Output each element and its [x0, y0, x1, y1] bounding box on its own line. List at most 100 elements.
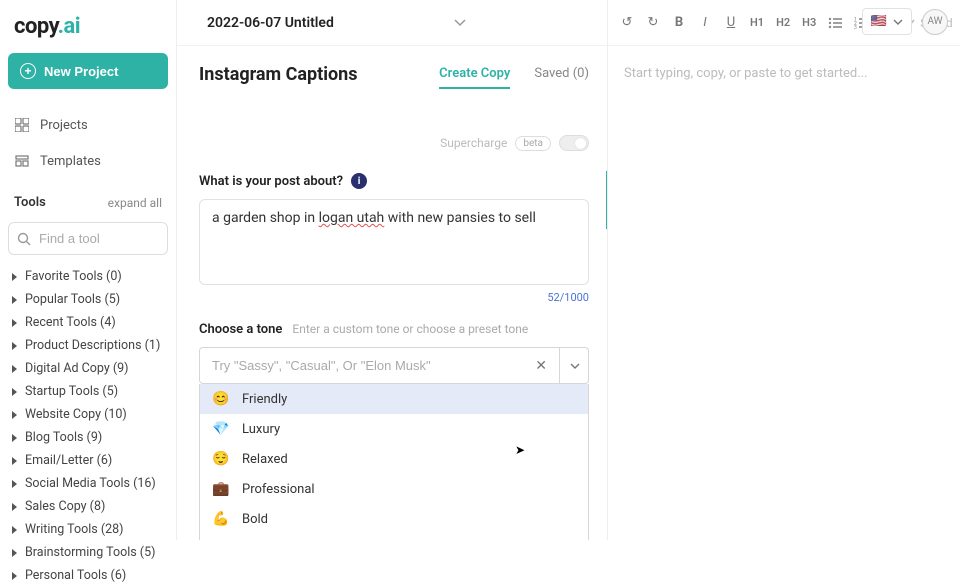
- avatar[interactable]: AW: [922, 9, 948, 35]
- tool-group-label: Product Descriptions (1): [25, 338, 160, 353]
- bold-button[interactable]: B: [672, 15, 686, 30]
- tool-group[interactable]: Email/Letter (6): [8, 449, 168, 472]
- tool-group-label: Personal Tools (6): [25, 568, 126, 583]
- tool-group[interactable]: Favorite Tools (0): [8, 265, 168, 288]
- tone-option[interactable]: 💼 Professional: [200, 474, 588, 504]
- beta-badge: beta: [515, 136, 551, 151]
- tool-search[interactable]: [8, 222, 168, 255]
- supercharge-row: Supercharge beta: [199, 95, 589, 173]
- redo-icon[interactable]: ↻: [646, 15, 660, 30]
- tool-search-input[interactable]: [8, 222, 168, 255]
- tool-group[interactable]: Product Descriptions (1): [8, 334, 168, 357]
- underline-button[interactable]: U: [724, 15, 738, 30]
- h2-button[interactable]: H2: [776, 16, 790, 29]
- new-project-label: New Project: [44, 64, 118, 79]
- tool-group[interactable]: Writing Tools (28): [8, 518, 168, 541]
- tone-option-label: Bold: [242, 512, 268, 527]
- tool-group-label: Favorite Tools (0): [25, 269, 122, 284]
- tab-saved[interactable]: Saved (0): [534, 60, 589, 89]
- tone-emoji-icon: 💪: [212, 511, 230, 527]
- page-title: Instagram Captions: [199, 64, 358, 85]
- tab-create-copy[interactable]: Create Copy: [439, 60, 510, 89]
- tone-option-label: Friendly: [242, 392, 287, 407]
- chevron-right-icon: [12, 319, 17, 327]
- tool-group[interactable]: Digital Ad Copy (9): [8, 357, 168, 380]
- tool-group[interactable]: Blog Tools (9): [8, 426, 168, 449]
- clear-icon[interactable]: ✕: [531, 354, 551, 378]
- tool-group[interactable]: Popular Tools (5): [8, 288, 168, 311]
- nav-templates[interactable]: Templates: [8, 145, 168, 177]
- sidebar: copy.ai + New Project Projects Templates…: [0, 0, 177, 540]
- tool-group[interactable]: Social Media Tools (16): [8, 472, 168, 495]
- tabs: Create Copy Saved (0): [439, 60, 589, 89]
- supercharge-toggle[interactable]: [559, 135, 589, 151]
- chevron-down-icon[interactable]: [559, 347, 589, 384]
- post-about-label: What is your post about? i: [199, 173, 589, 189]
- main: 2022-06-07 Untitled Instagram Captions C…: [177, 0, 608, 540]
- tone-option[interactable]: 💎Luxury: [200, 414, 588, 444]
- tool-group-label: Website Copy (10): [25, 407, 127, 422]
- templates-icon: [14, 153, 30, 169]
- tool-group-label: Recent Tools (4): [25, 315, 116, 330]
- tools-header: Tools expand all: [8, 185, 168, 218]
- chevron-right-icon: [12, 342, 17, 350]
- undo-icon[interactable]: ↺: [620, 15, 634, 30]
- project-title[interactable]: 2022-06-07 Untitled: [207, 15, 334, 31]
- chevron-right-icon: [12, 549, 17, 557]
- tone-emoji-icon: 😌: [212, 451, 230, 467]
- flag-icon: 🇺🇸: [871, 14, 887, 29]
- chevron-right-icon: [12, 572, 17, 580]
- tool-group[interactable]: Startup Tools (5): [8, 380, 168, 403]
- bullet-list-icon[interactable]: [828, 17, 842, 29]
- tool-group[interactable]: Website Copy (10): [8, 403, 168, 426]
- project-dropdown-icon[interactable]: [454, 19, 466, 27]
- tone-option-label: Professional: [242, 482, 315, 497]
- tone-emoji-icon: 💼: [212, 481, 230, 497]
- chevron-right-icon: [12, 434, 17, 442]
- form-column: Instagram Captions Create Copy Saved (0)…: [177, 46, 607, 540]
- grid-icon: [14, 117, 30, 133]
- close-panel-tab[interactable]: Close: [606, 171, 607, 229]
- tone-option[interactable]: 😌 Relaxed: [200, 444, 588, 474]
- editor-column: ↺ ↻ B I U H1 H2 H3 123 ••• Saved: [608, 0, 960, 540]
- chevron-right-icon: [12, 457, 17, 465]
- tool-group-label: Popular Tools (5): [25, 292, 120, 307]
- italic-button[interactable]: I: [698, 15, 712, 30]
- chevron-right-icon: [12, 411, 17, 419]
- chevron-right-icon: [12, 365, 17, 373]
- chevron-right-icon: [12, 480, 17, 488]
- tone-emoji-icon: 😊: [212, 391, 230, 407]
- tool-group[interactable]: Personal Tools (6): [8, 564, 168, 587]
- logo-text: copy: [14, 14, 58, 39]
- post-about-text: What is your post about?: [199, 174, 343, 189]
- new-project-button[interactable]: + New Project: [8, 53, 168, 89]
- info-icon[interactable]: i: [351, 173, 367, 189]
- tone-option[interactable]: 💪 Bold: [200, 504, 588, 534]
- tone-option-label: Relaxed: [242, 452, 288, 467]
- chevron-right-icon: [12, 526, 17, 534]
- tone-hint: Enter a custom tone or choose a preset t…: [292, 322, 528, 336]
- expand-all-link[interactable]: expand all: [108, 196, 162, 210]
- editor-placeholder: Start typing, copy, or paste to get star…: [624, 66, 868, 81]
- topbar: 2022-06-07 Untitled: [177, 0, 607, 46]
- language-dropdown[interactable]: 🇺🇸: [862, 8, 912, 35]
- nav-templates-label: Templates: [40, 154, 101, 169]
- tone-option[interactable]: 😊 Friendly: [200, 384, 588, 414]
- chevron-down-icon: [893, 19, 903, 25]
- tone-label: Choose a tone: [199, 322, 282, 337]
- nav-projects[interactable]: Projects: [8, 109, 168, 141]
- tone-option[interactable]: 🔺Adventurous: [200, 534, 588, 540]
- post-about-textarea[interactable]: a garden shop in logan utah with new pan…: [199, 199, 589, 285]
- editor-body[interactable]: Start typing, copy, or paste to get star…: [608, 46, 960, 101]
- h1-button[interactable]: H1: [750, 16, 764, 29]
- tone-emoji-icon: 💎: [212, 421, 230, 437]
- tool-group-label: Blog Tools (9): [25, 430, 102, 445]
- tone-field[interactable]: ✕: [199, 347, 589, 384]
- h3-button[interactable]: H3: [802, 16, 816, 29]
- tool-group-label: Email/Letter (6): [25, 453, 112, 468]
- tool-group[interactable]: Brainstorming Tools (5): [8, 541, 168, 564]
- tool-group[interactable]: Sales Copy (8): [8, 495, 168, 518]
- tool-group-label: Sales Copy (8): [25, 499, 105, 514]
- tool-group-label: Startup Tools (5): [25, 384, 118, 399]
- tool-group[interactable]: Recent Tools (4): [8, 311, 168, 334]
